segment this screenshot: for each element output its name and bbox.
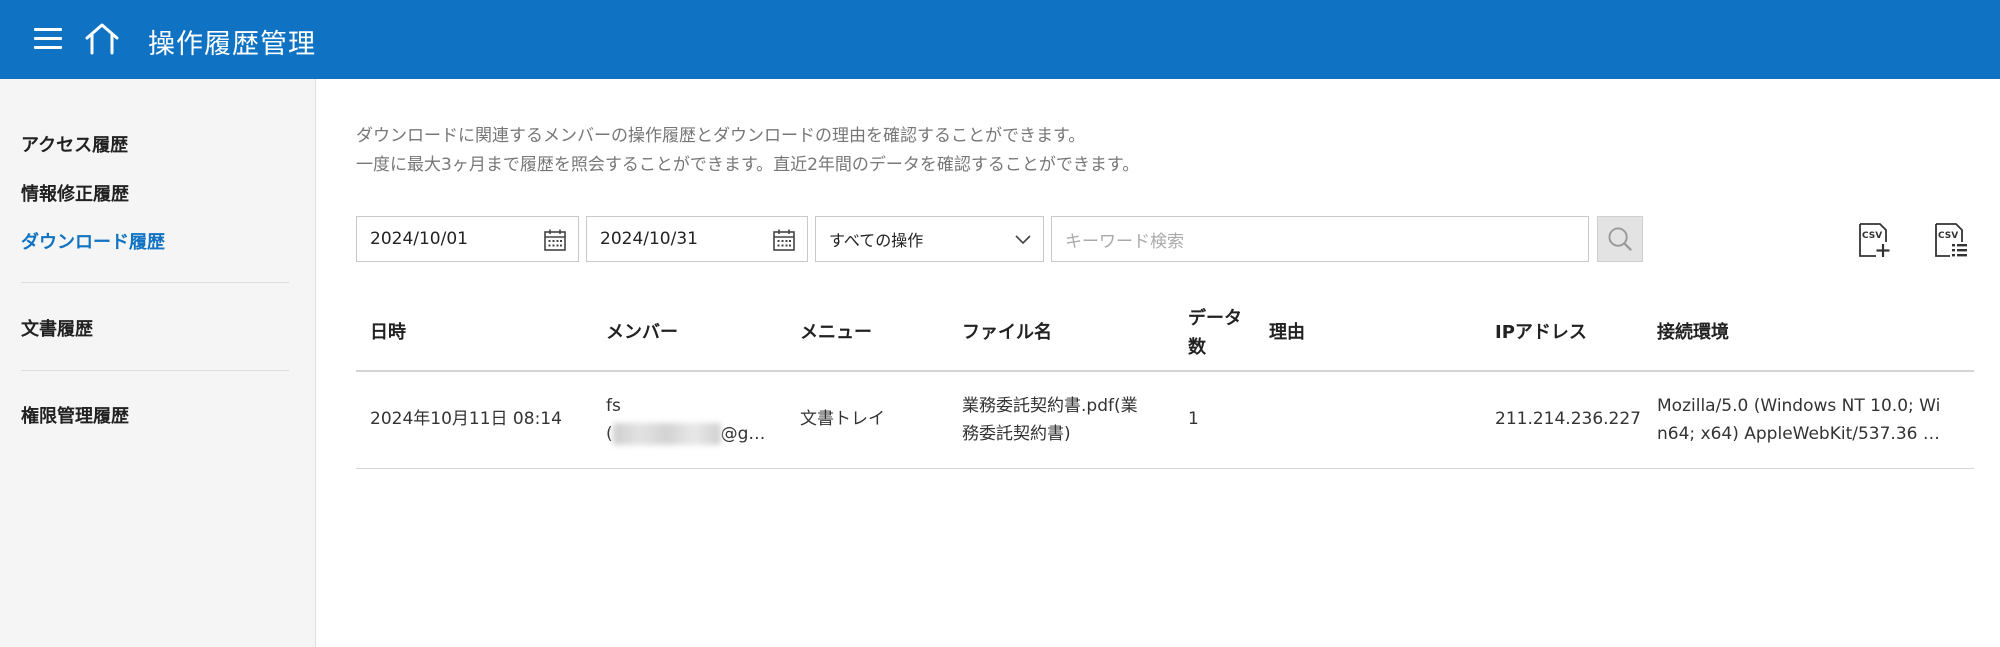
search-icon <box>1608 227 1632 251</box>
column-header-data-count-line1: データ <box>1188 308 1242 329</box>
start-date-value: 2024/10/01 <box>370 229 468 249</box>
table-header-divider <box>356 370 1974 372</box>
cell-data-count: 1 <box>1188 409 1199 429</box>
end-date-value: 2024/10/31 <box>600 229 698 249</box>
start-date-field[interactable]: 2024/10/01 <box>356 216 579 262</box>
app-header: 操作履歴管理 <box>0 0 2000 79</box>
column-header-filename: ファイル名 <box>962 322 1052 343</box>
column-header-datetime: 日時 <box>370 322 406 343</box>
calendar-icon[interactable] <box>772 228 796 252</box>
sidebar-item-permission-history[interactable]: 権限管理履歴 <box>21 402 129 428</box>
end-date-field[interactable]: 2024/10/31 <box>586 216 808 262</box>
calendar-icon[interactable] <box>543 228 567 252</box>
column-header-member: メンバー <box>606 322 678 343</box>
sidebar: アクセス履歴 情報修正履歴 ダウンロード履歴 文書履歴 権限管理履歴 <box>0 79 316 647</box>
table-row-divider <box>356 468 1974 469</box>
cell-datetime: 2024年10月11日 08:14 <box>370 409 562 429</box>
sidebar-item-document-history[interactable]: 文書履歴 <box>21 315 93 341</box>
csv-label: CSV <box>1862 231 1882 241</box>
sidebar-divider <box>21 370 289 371</box>
csv-label: CSV <box>1938 231 1958 241</box>
column-header-reason: 理由 <box>1269 322 1305 343</box>
column-header-environment: 接続環境 <box>1657 322 1729 343</box>
column-header-ip: IPアドレス <box>1495 322 1587 343</box>
csv-list-icon[interactable]: CSV <box>1932 222 1968 258</box>
operation-select[interactable]: すべての操作 <box>815 216 1044 262</box>
redacted-email-blur <box>612 423 721 445</box>
member-domain: @g… <box>720 424 766 444</box>
member-paren: ( <box>606 424 613 444</box>
cell-filename-line2: 務委託契約書) <box>962 424 1071 444</box>
csv-download-icon[interactable]: CSV <box>1856 222 1892 258</box>
cell-member-line1: fs <box>606 396 621 416</box>
cell-environment-line1: Mozilla/5.0 (Windows NT 10.0; Wi <box>1657 396 1941 416</box>
operation-select-value: すべての操作 <box>829 231 924 250</box>
cell-member-line2: ( @g… <box>606 420 765 448</box>
description-line-1: ダウンロードに関連するメンバーの操作履歴とダウンロードの理由を確認することができ… <box>356 126 1086 146</box>
keyword-search-input[interactable]: キーワード検索 <box>1051 216 1589 262</box>
page-title: 操作履歴管理 <box>148 29 316 60</box>
home-icon[interactable] <box>84 22 120 56</box>
description-line-2: 一度に最大3ヶ月まで履歴を照会することができます。直近2年間のデータを確認するこ… <box>356 155 1140 175</box>
sidebar-divider <box>21 282 289 283</box>
hamburger-menu-icon[interactable] <box>34 28 62 50</box>
chevron-down-icon <box>1015 235 1031 245</box>
cell-environment-line2: n64; x64) AppleWebKit/537.36 … <box>1657 424 1940 444</box>
cell-ip: 211.214.236.227 <box>1495 409 1642 429</box>
column-header-data-count-line2: 数 <box>1188 337 1206 358</box>
sidebar-item-access-history[interactable]: アクセス履歴 <box>21 131 128 157</box>
cell-filename-line1: 業務委託契約書.pdf(業 <box>962 396 1138 416</box>
keyword-search-placeholder: キーワード検索 <box>1065 231 1184 252</box>
cell-menu: 文書トレイ <box>800 409 885 429</box>
sidebar-item-info-edit-history[interactable]: 情報修正履歴 <box>21 180 129 206</box>
search-button[interactable] <box>1597 216 1643 262</box>
column-header-menu: メニュー <box>800 322 872 343</box>
sidebar-item-download-history[interactable]: ダウンロード履歴 <box>21 228 165 254</box>
